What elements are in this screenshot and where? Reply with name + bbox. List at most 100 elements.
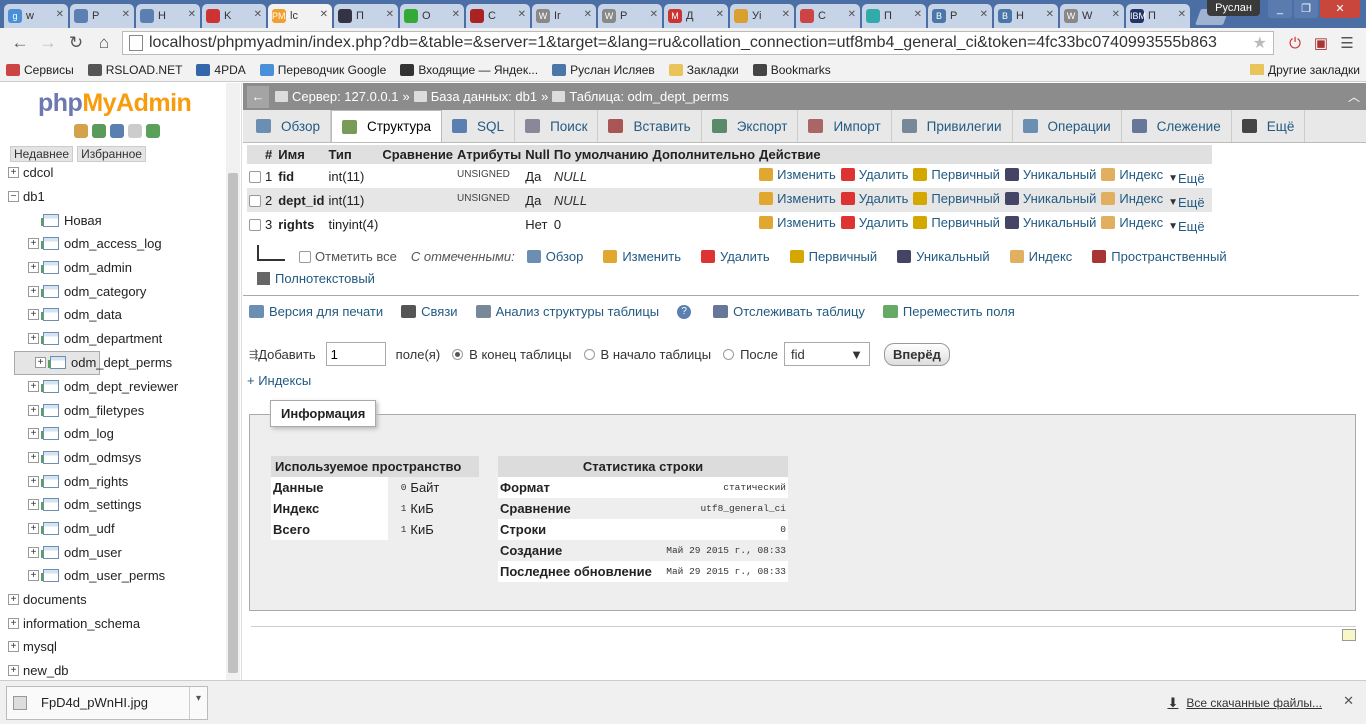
tree-table-item[interactable]: + odm_dept_perms <box>14 350 172 375</box>
download-item[interactable]: FpD4d_pWnHI.jpg ▾ <box>6 685 208 720</box>
expand-icon[interactable]: + <box>28 522 39 534</box>
tab-close-icon[interactable]: ✕ <box>122 9 130 20</box>
browser-tab[interactable]: PMA lc ✕ <box>268 4 332 28</box>
tree-db-item[interactable]: + cdcol <box>8 161 226 185</box>
tab-Операции[interactable]: Операции <box>1013 110 1122 142</box>
tab-close-icon[interactable]: ✕ <box>716 9 724 20</box>
tree-table-item[interactable]: + odm_user <box>8 540 226 564</box>
at-start-label[interactable]: В начало таблицы <box>601 347 712 362</box>
extension-icon[interactable]: ▣ <box>1308 34 1334 52</box>
breadcrumb-table[interactable]: Таблица: odm_dept_perms <box>569 89 728 104</box>
tree-db-item[interactable]: + documents <box>8 588 226 612</box>
browser-tab[interactable]: H ✕ <box>136 4 200 28</box>
with-selected-6[interactable]: Индекс <box>1009 249 1072 264</box>
browser-tab[interactable]: W Р ✕ <box>598 4 662 28</box>
tab-Поиск[interactable]: Поиск <box>515 110 599 142</box>
expand-icon[interactable]: + <box>28 309 39 321</box>
expand-icon[interactable]: + <box>28 451 39 463</box>
tab-Вставить[interactable]: Вставить <box>598 110 702 142</box>
help-icon[interactable]: ? <box>677 304 692 319</box>
expand-icon[interactable]: + <box>28 499 39 511</box>
browser-tab[interactable]: M Д ✕ <box>664 4 728 28</box>
minimize-button[interactable]: _ <box>1268 0 1292 18</box>
tab-close-icon[interactable]: ✕ <box>188 9 196 20</box>
browser-tab[interactable]: K ✕ <box>202 4 266 28</box>
browser-tab[interactable]: P ✕ <box>70 4 134 28</box>
check-all-label[interactable]: Отметить все <box>315 249 397 264</box>
with-selected-3[interactable]: Удалить <box>700 249 770 264</box>
tree-table-item[interactable]: + odm_data <box>8 303 226 327</box>
tree-table-item[interactable]: +Новая <box>8 208 226 232</box>
browser-tab[interactable]: Уі ✕ <box>730 4 794 28</box>
unique-action[interactable]: Уникальный <box>1004 167 1096 182</box>
go-button[interactable]: Вперёд <box>883 342 950 366</box>
collapse-nav-icon[interactable]: ← <box>247 85 269 108</box>
browser-tab[interactable]: П ✕ <box>334 4 398 28</box>
tab-close-icon[interactable]: ✕ <box>386 9 394 20</box>
expand-icon[interactable]: + <box>28 333 39 345</box>
expand-icon[interactable]: + <box>28 262 39 274</box>
row-checkbox[interactable] <box>249 171 261 184</box>
bookmark-item[interactable]: Переводчик Google <box>259 63 386 77</box>
tree-db-item[interactable]: − db1 <box>8 185 226 209</box>
browser-tab[interactable]: С ✕ <box>466 4 530 28</box>
check-all-checkbox[interactable] <box>299 250 311 263</box>
reload-nav-icon[interactable] <box>146 124 160 138</box>
bookmark-item[interactable]: Руслан Исляев <box>552 63 655 77</box>
tree-table-item[interactable]: + odm_user_perms <box>8 564 226 588</box>
home-button[interactable]: ⌂ <box>90 33 118 53</box>
primary-action[interactable]: Первичный <box>913 167 1000 182</box>
address-bar[interactable]: localhost/phpmyadmin/index.php?db=&table… <box>122 31 1274 55</box>
tree-table-item[interactable]: + odm_department <box>8 327 226 351</box>
edit-action[interactable]: Изменить <box>759 215 836 230</box>
tab-close-icon[interactable]: ✕ <box>782 9 790 20</box>
column-name[interactable]: rights <box>276 212 327 236</box>
tab-favorites[interactable]: Избранное <box>77 146 146 162</box>
more-action[interactable]: ▼ Ещё <box>1168 219 1205 234</box>
tab-Структура[interactable]: Структура <box>331 110 443 142</box>
tab-close-icon[interactable]: ✕ <box>1046 9 1054 20</box>
expand-icon[interactable]: + <box>28 428 39 440</box>
expand-icon[interactable]: + <box>8 594 19 606</box>
bookmark-item[interactable]: Bookmarks <box>752 63 831 77</box>
other-bookmarks[interactable]: Другие закладки <box>1250 63 1360 77</box>
table-link[interactable]: Отслеживать таблицу <box>713 304 865 319</box>
browser-tab[interactable]: g w ✕ <box>4 4 68 28</box>
indexes-link[interactable]: + Индексы <box>247 373 311 388</box>
column-name[interactable]: fid <box>276 164 327 188</box>
tab-close-icon[interactable]: ✕ <box>584 9 592 20</box>
primary-action[interactable]: Первичный <box>913 215 1000 230</box>
radio-at-end[interactable] <box>452 348 464 360</box>
tab-close-icon[interactable]: ✕ <box>650 9 658 20</box>
expand-icon[interactable]: + <box>8 167 19 179</box>
table-link[interactable]: Связи <box>401 304 458 319</box>
tab-close-icon[interactable]: ✕ <box>452 9 460 20</box>
after-label[interactable]: После <box>740 347 778 362</box>
tree-table-item[interactable]: + odm_filetypes <box>8 398 226 422</box>
row-checkbox[interactable] <box>249 195 261 208</box>
tab-close-icon[interactable]: ✕ <box>254 9 262 20</box>
expand-icon[interactable]: + <box>35 357 46 368</box>
browser-tab[interactable]: B Н ✕ <box>994 4 1058 28</box>
expand-icon[interactable]: + <box>28 380 39 392</box>
tab-close-icon[interactable]: ✕ <box>320 9 328 20</box>
expand-icon[interactable]: + <box>8 617 19 629</box>
browser-tab[interactable]: B Р ✕ <box>928 4 992 28</box>
breadcrumb-db[interactable]: База данных: db1 <box>431 89 537 104</box>
profile-badge[interactable]: Руслан <box>1207 0 1260 16</box>
close-download-bar-icon[interactable]: ✕ <box>1343 693 1354 709</box>
tab-recent[interactable]: Недавнее <box>10 146 74 162</box>
tab-SQL[interactable]: SQL <box>442 110 516 142</box>
expand-icon[interactable]: + <box>28 475 39 487</box>
primary-action[interactable]: Первичный <box>913 191 1000 206</box>
expand-icon[interactable]: + <box>8 641 19 653</box>
browser-tab[interactable]: О ✕ <box>400 4 464 28</box>
scroll-up-icon[interactable]: ︿ <box>1348 88 1360 105</box>
sidebar-scrollbar[interactable] <box>226 83 240 680</box>
expand-icon[interactable]: + <box>28 570 39 582</box>
menu-icon[interactable]: ☰ <box>1334 34 1360 52</box>
tab-close-icon[interactable]: ✕ <box>914 9 922 20</box>
restore-button[interactable]: ❐ <box>1294 0 1318 18</box>
breadcrumb-server[interactable]: Сервер: 127.0.0.1 <box>292 89 399 104</box>
after-column-select[interactable]: fid ▼ <box>783 342 870 366</box>
